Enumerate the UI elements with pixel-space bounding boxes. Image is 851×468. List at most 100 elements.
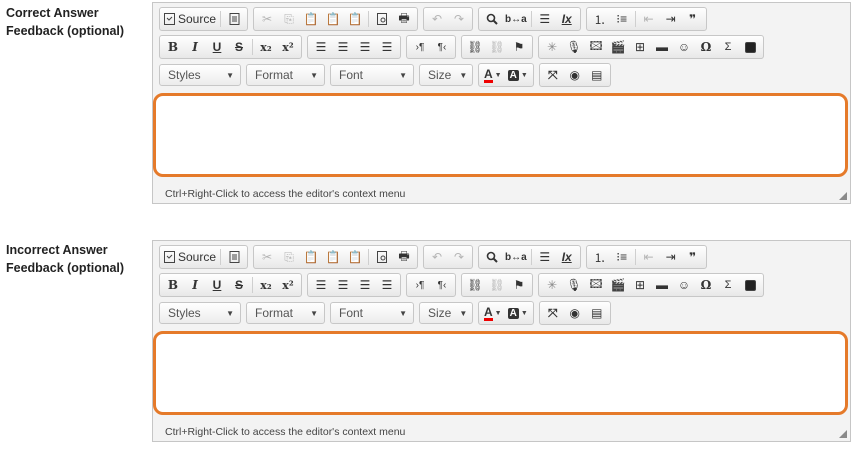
indent-button[interactable]: ⇥: [660, 247, 682, 267]
source-button[interactable]: Source: [162, 9, 218, 29]
indent-button[interactable]: ⇥: [660, 9, 682, 29]
size-dropdown[interactable]: Size ▼: [419, 302, 473, 324]
editor-content-area[interactable]: [153, 331, 848, 415]
align-right-button[interactable]: ☰: [354, 275, 376, 295]
ltr-button[interactable]: ›¶: [409, 275, 431, 295]
replace-button[interactable]: b↔a: [503, 247, 529, 267]
ltr-button[interactable]: ›¶: [409, 37, 431, 57]
size-dropdown[interactable]: Size ▼: [419, 64, 473, 86]
subscript-button[interactable]: x₂: [255, 275, 277, 295]
preview-button[interactable]: [371, 247, 393, 267]
italic-button[interactable]: I: [184, 37, 206, 57]
table-button[interactable]: ⊞: [629, 275, 651, 295]
show-blocks-button[interactable]: ▤: [586, 303, 608, 323]
background-color-button[interactable]: A ▼: [505, 65, 531, 85]
special-effect-button[interactable]: ✳: [541, 37, 563, 57]
cut-button[interactable]: ✂: [256, 9, 278, 29]
rtl-button[interactable]: ¶‹: [431, 275, 453, 295]
math-button[interactable]: Σ: [717, 275, 739, 295]
numbered-list-button[interactable]: ⒈: [589, 247, 611, 267]
copy-button[interactable]: ⎘: [278, 247, 300, 267]
anchor-button[interactable]: ⚑: [508, 275, 530, 295]
justify-button[interactable]: ☰: [376, 275, 398, 295]
horizontal-rule-button[interactable]: ▬: [651, 37, 673, 57]
strikethrough-button[interactable]: S: [228, 37, 250, 57]
link-button[interactable]: ⛓: [464, 275, 486, 295]
italic-button[interactable]: I: [184, 275, 206, 295]
underline-button[interactable]: U: [206, 275, 228, 295]
justify-button[interactable]: ☰: [376, 37, 398, 57]
styles-dropdown[interactable]: Styles ▼: [159, 64, 241, 86]
smiley-button[interactable]: ☺: [673, 37, 695, 57]
font-dropdown[interactable]: Font ▼: [330, 302, 414, 324]
find-button[interactable]: [481, 9, 503, 29]
print-button[interactable]: 🖶: [393, 9, 415, 29]
font-dropdown[interactable]: Font ▼: [330, 64, 414, 86]
audio-button[interactable]: 🎙: [563, 37, 585, 57]
table-button[interactable]: ⊞: [629, 37, 651, 57]
maximize-button[interactable]: ⤧: [542, 65, 564, 85]
templates-button[interactable]: [223, 247, 245, 267]
find-button[interactable]: [481, 247, 503, 267]
remove-format-button[interactable]: Ix: [556, 9, 578, 29]
horizontal-rule-button[interactable]: ▬: [651, 275, 673, 295]
preview-button[interactable]: [371, 9, 393, 29]
remove-format-button[interactable]: Ix: [556, 247, 578, 267]
paste-word-button[interactable]: 📋: [344, 247, 366, 267]
audio-button[interactable]: 🎙: [563, 275, 585, 295]
special-effect-button[interactable]: ✳: [541, 275, 563, 295]
paste-button[interactable]: 📋: [300, 247, 322, 267]
maximize-button[interactable]: ⤧: [542, 303, 564, 323]
video-button[interactable]: 🎬: [607, 37, 629, 57]
resize-handle[interactable]: [839, 192, 847, 200]
accessibility-button[interactable]: ◉: [564, 65, 586, 85]
math-button[interactable]: Σ: [717, 37, 739, 57]
format-dropdown[interactable]: Format ▼: [246, 64, 325, 86]
paste-text-button[interactable]: 📋: [322, 9, 344, 29]
show-blocks-button[interactable]: ▤: [586, 65, 608, 85]
select-all-button[interactable]: ☰: [534, 9, 556, 29]
replace-button[interactable]: b↔a: [503, 9, 529, 29]
blockquote-button[interactable]: ❞: [682, 9, 704, 29]
outdent-button[interactable]: ⇤: [638, 9, 660, 29]
special-char-button[interactable]: Ω: [695, 275, 717, 295]
link-button[interactable]: ⛓: [464, 37, 486, 57]
bulleted-list-button[interactable]: ⁝≡: [611, 247, 633, 267]
print-button[interactable]: 🖶: [393, 247, 415, 267]
editor-content-area[interactable]: [153, 93, 848, 177]
background-color-button[interactable]: A ▼: [505, 303, 531, 323]
image-button[interactable]: 🖾: [585, 275, 607, 295]
paste-button[interactable]: 📋: [300, 9, 322, 29]
paste-text-button[interactable]: 📋: [322, 247, 344, 267]
styles-dropdown[interactable]: Styles ▼: [159, 302, 241, 324]
align-center-button[interactable]: ☰: [332, 37, 354, 57]
strikethrough-button[interactable]: S: [228, 275, 250, 295]
text-color-button[interactable]: A ▼: [481, 65, 505, 85]
underline-button[interactable]: U: [206, 37, 228, 57]
align-right-button[interactable]: ☰: [354, 37, 376, 57]
paste-word-button[interactable]: 📋: [344, 9, 366, 29]
select-all-button[interactable]: ☰: [534, 247, 556, 267]
align-center-button[interactable]: ☰: [332, 275, 354, 295]
cut-button[interactable]: ✂: [256, 247, 278, 267]
iframe-button[interactable]: [739, 275, 761, 295]
bold-button[interactable]: B: [162, 37, 184, 57]
text-color-button[interactable]: A ▼: [481, 303, 505, 323]
outdent-button[interactable]: ⇤: [638, 247, 660, 267]
align-left-button[interactable]: ☰: [310, 37, 332, 57]
copy-button[interactable]: ⎘: [278, 9, 300, 29]
accessibility-button[interactable]: ◉: [564, 303, 586, 323]
resize-handle[interactable]: [839, 430, 847, 438]
bulleted-list-button[interactable]: ⁝≡: [611, 9, 633, 29]
redo-button[interactable]: ↷: [448, 247, 470, 267]
superscript-button[interactable]: x²: [277, 37, 299, 57]
templates-button[interactable]: [223, 9, 245, 29]
format-dropdown[interactable]: Format ▼: [246, 302, 325, 324]
blockquote-button[interactable]: ❞: [682, 247, 704, 267]
source-button[interactable]: Source: [162, 247, 218, 267]
anchor-button[interactable]: ⚑: [508, 37, 530, 57]
superscript-button[interactable]: x²: [277, 275, 299, 295]
subscript-button[interactable]: x₂: [255, 37, 277, 57]
iframe-button[interactable]: [739, 37, 761, 57]
smiley-button[interactable]: ☺: [673, 275, 695, 295]
